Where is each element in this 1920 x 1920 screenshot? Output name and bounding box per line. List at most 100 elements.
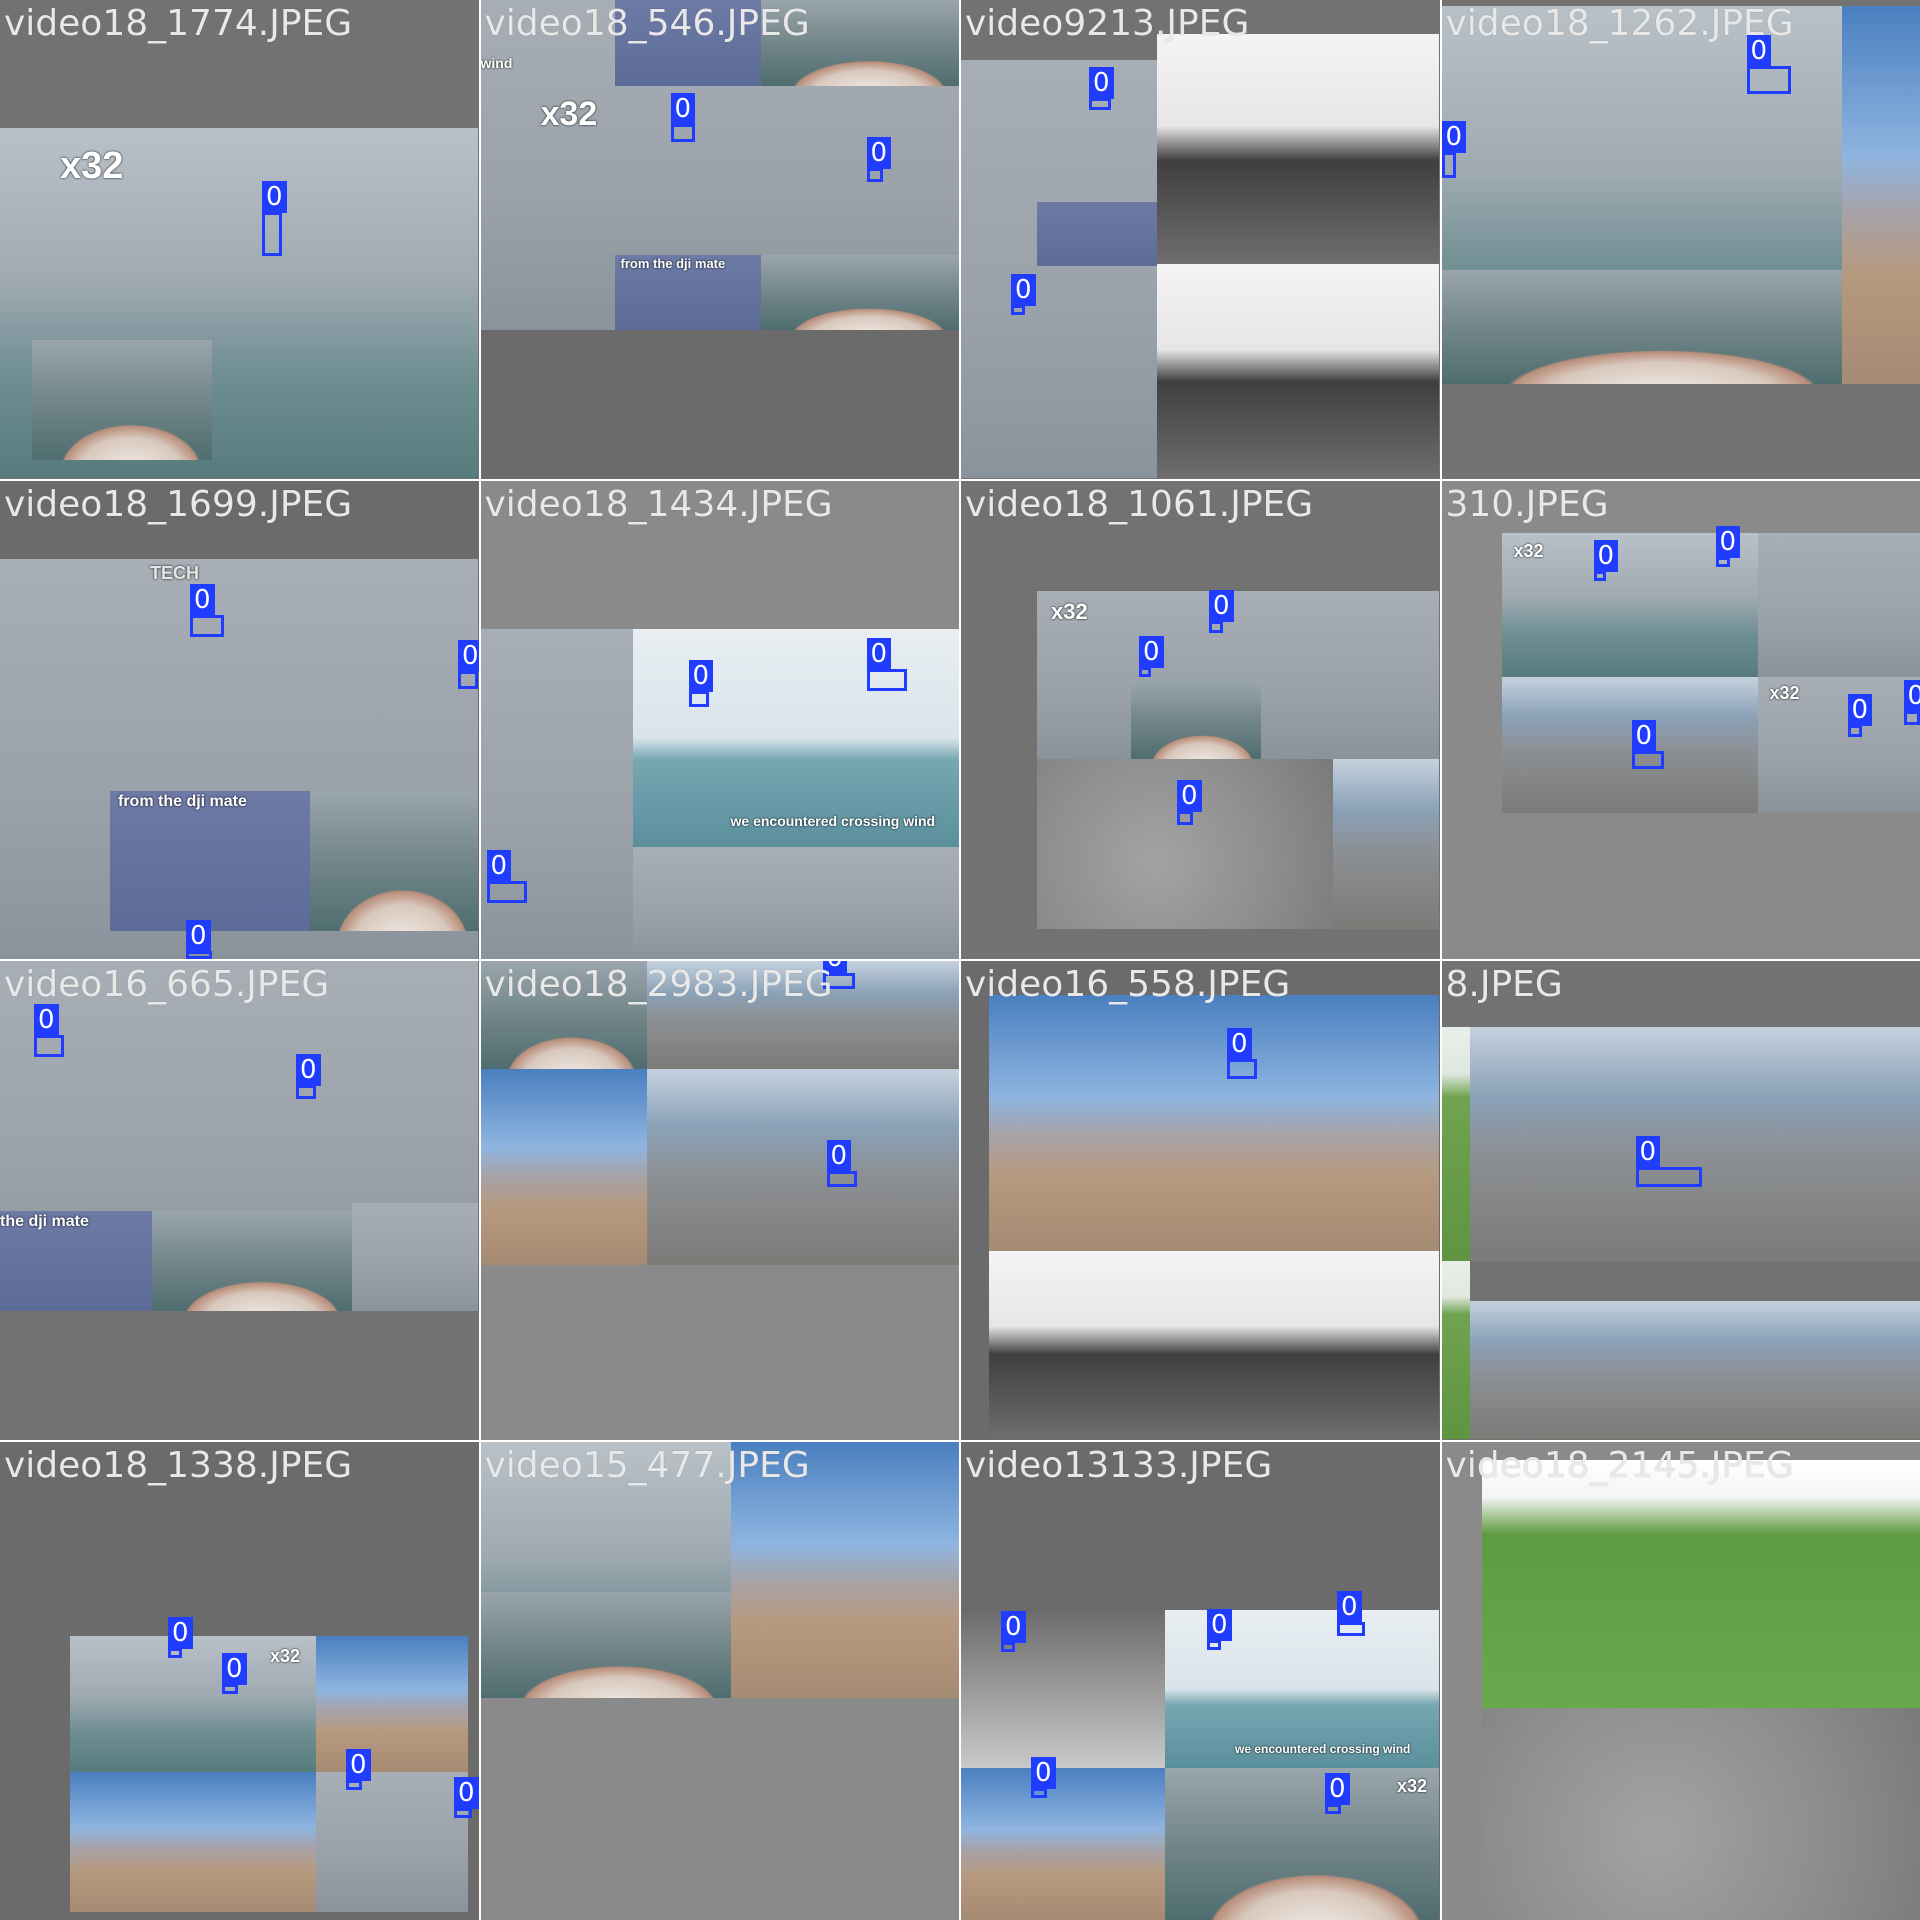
image-tile: x32 from the dji mate wind 0 0 video18_5… (480, 0, 959, 479)
detection-box: 0 (1903, 679, 1920, 725)
overlay-text: from the dji mate (118, 792, 247, 810)
frame-pane (1131, 680, 1261, 759)
detection-box: 0 (1635, 1136, 1702, 1187)
class-label: 0 (168, 1616, 193, 1649)
image-filename: video18_2145.JPEG (1445, 1444, 1794, 1486)
overlay-text: we encountered crossing wind (1235, 1741, 1411, 1756)
frame-pane (989, 1251, 1439, 1439)
frame-pane (480, 628, 633, 959)
detection-box: 0 (866, 137, 892, 182)
class-label: 0 (34, 1004, 59, 1036)
image-filename: 310.JPEG (1445, 483, 1609, 525)
frame-pane (961, 60, 1157, 478)
overlay-text: from the dji mate (620, 256, 726, 271)
image-filename: video18_546.JPEG (484, 3, 810, 44)
detection-box: 0 (670, 93, 696, 142)
class-label: 0 (190, 583, 215, 616)
class-label: 0 (1207, 1608, 1232, 1641)
detection-box: 0 (1325, 1772, 1350, 1814)
frame-pane (110, 790, 310, 931)
class-label: 0 (1031, 1756, 1056, 1789)
detection-box: 0 (34, 1004, 64, 1057)
class-label: 0 (296, 1054, 321, 1086)
frame-pane (1157, 264, 1439, 478)
image-filename: video18_1774.JPEG (4, 3, 353, 44)
image-tile: from the dji mate TECH 0 0 0 video18_169… (0, 480, 479, 959)
class-label: 0 (1209, 589, 1234, 622)
class-label: 0 (262, 181, 287, 213)
detection-box: 0 (1227, 1028, 1257, 1079)
image-tile: x32 0 0 0 0 video18_1338.JPEG (0, 1441, 479, 1920)
overlay-text: x32 (540, 95, 598, 133)
image-filename: video18_1262.JPEG (1445, 3, 1794, 44)
image-filename: video16_665.JPEG (4, 964, 330, 1005)
class-label: 0 (486, 849, 512, 882)
class-label: 0 (670, 93, 696, 125)
detection-box: 0 (1441, 121, 1467, 178)
frame-pane (480, 1591, 731, 1698)
class-label: 0 (1337, 1590, 1362, 1623)
detection-box: 0 (296, 1054, 321, 1099)
image-tile: 0 8.JPEG (1441, 961, 1920, 1440)
image-filename: video18_2983.JPEG (484, 964, 833, 1005)
frame-pane (1441, 1261, 1470, 1439)
image-tile: we encountered crossing wind 0 0 0 video… (480, 480, 959, 959)
class-label: 0 (1011, 274, 1036, 306)
detection-box: 0 (1011, 274, 1036, 315)
class-label: 0 (1227, 1028, 1252, 1060)
image-filename: video15_477.JPEG (484, 1444, 810, 1486)
class-label: 0 (222, 1652, 247, 1685)
detection-box: 0 (1089, 67, 1114, 110)
class-label: 0 (866, 637, 892, 670)
frame-pane (70, 1771, 316, 1912)
image-tile: x32 0 0 0 video18_1061.JPEG (961, 480, 1440, 959)
detection-box: 0 (1593, 539, 1619, 581)
image-tile: the dji mate 0 0 video16_665.JPEG (0, 961, 479, 1440)
overlay-text: x32 (1513, 540, 1544, 561)
class-label: 0 (1177, 779, 1202, 812)
class-label: 0 (1715, 525, 1741, 558)
frame-pane (1157, 34, 1439, 264)
detection-box: 0 (222, 1652, 247, 1694)
frame-pane (316, 1771, 468, 1912)
class-label: 0 (1903, 679, 1920, 712)
detection-box: 0 (186, 919, 212, 959)
frame-pane (32, 340, 212, 460)
detection-box: 0 (454, 1776, 479, 1818)
class-label: 0 (458, 639, 479, 672)
detection-box: 0 (1001, 1610, 1026, 1652)
class-label: 0 (346, 1748, 371, 1781)
class-label: 0 (1139, 635, 1164, 668)
class-label: 0 (826, 1140, 852, 1172)
detection-box: 0 (866, 637, 907, 691)
image-tile: x32 0 video18_1774.JPEG (0, 0, 479, 479)
frame-pane (961, 1609, 1165, 1768)
image-tile: 0 0 video18_2983.JPEG (480, 961, 959, 1440)
frame-pane (760, 255, 959, 330)
frame-pane (316, 1635, 468, 1772)
image-filename: video16_558.JPEG (965, 964, 1291, 1005)
class-label: 0 (1847, 693, 1873, 726)
frame-pane (1501, 676, 1758, 813)
detection-box: 0 (1031, 1756, 1056, 1798)
image-tile: 0 0 video18_1262.JPEG (1441, 0, 1920, 479)
overlay-text: x32 (270, 1645, 301, 1666)
frame-pane (352, 1203, 478, 1311)
overlay-text: the dji mate (0, 1213, 89, 1230)
detection-box: 0 (826, 1140, 857, 1187)
class-label: 0 (1635, 1136, 1661, 1168)
frame-pane (480, 1069, 647, 1265)
image-filename: video9213.JPEG (965, 3, 1250, 44)
image-tile: we encountered crossing wind x32 0 0 0 0… (961, 1441, 1440, 1920)
image-tile: 0 0 video9213.JPEG (961, 0, 1440, 479)
class-label: 0 (1631, 719, 1657, 752)
class-label: 0 (688, 659, 714, 692)
class-label: 0 (1089, 67, 1114, 99)
overlay-text: x32 (60, 145, 124, 187)
image-filename: video18_1061.JPEG (965, 483, 1314, 525)
frame-pane (989, 995, 1439, 1251)
overlay-text: x32 (1769, 682, 1800, 703)
class-label: 0 (186, 919, 211, 952)
detection-box: 0 (1746, 35, 1791, 94)
overlay-text: x32 (1051, 598, 1088, 624)
